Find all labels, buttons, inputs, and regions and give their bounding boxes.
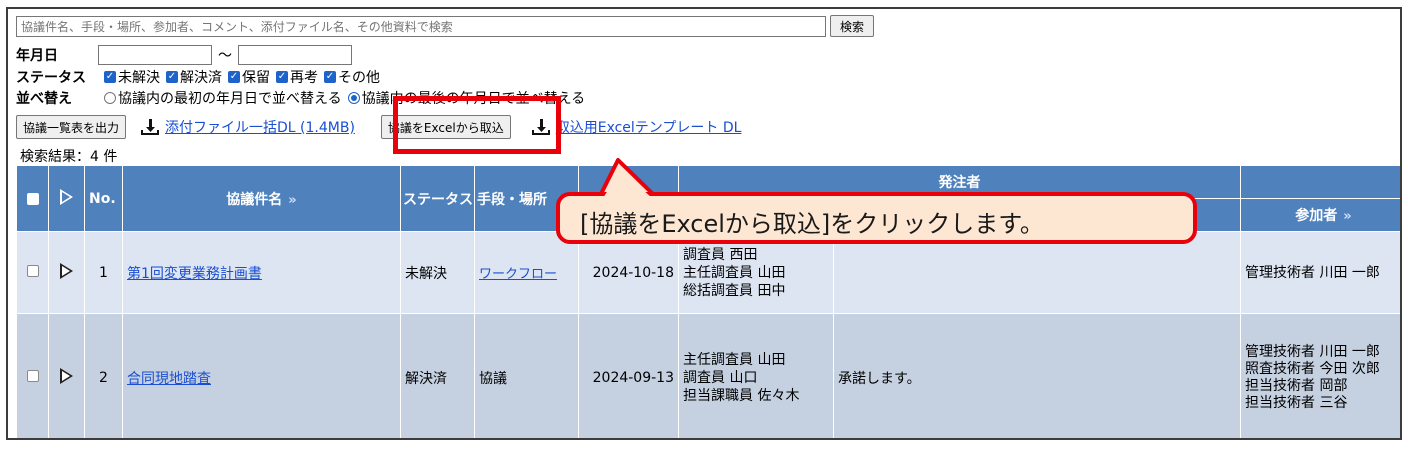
row-checkbox[interactable] [26, 264, 39, 277]
header-no: No. [84, 165, 123, 232]
status-option-label: 再考 [290, 70, 318, 86]
header-status: ステータス [400, 165, 475, 232]
row-title-link[interactable]: 合同現地踏査 [127, 371, 211, 387]
instruction-callout: [協議をExcelから取込]をクリックします。 [556, 192, 1197, 244]
sort-row: 並べ替え 協議内の最初の年月日で並べ替える 協議内の最後の年月日で並べ替える [16, 88, 585, 108]
date-to-input[interactable] [238, 45, 352, 65]
header-select-all[interactable] [16, 165, 49, 232]
checkbox-pending[interactable]: ✓ [228, 71, 240, 83]
toolbar: 協議一覧表を出力 添付ファイル一括DL (1.4MB) 協議をExcelから取込… [16, 115, 741, 139]
checkbox-other[interactable]: ✓ [324, 71, 336, 83]
header-participants[interactable]: 参加者 » [1240, 198, 1400, 232]
row-persons: 主任調査員 山田 調査員 山口 担当課職員 佐々木 [678, 313, 834, 438]
expand-row-icon[interactable] [60, 367, 73, 384]
row-participants: 管理技術者 川田 一郎 [1240, 231, 1400, 314]
participant-line: 管理技術者 川田 一郎 [1245, 264, 1380, 281]
status-option-label: 保留 [242, 70, 270, 86]
status-option-label: その他 [338, 70, 380, 86]
export-list-button[interactable]: 協議一覧表を出力 [16, 115, 127, 139]
header-participants-top [1240, 165, 1400, 199]
row-no: 1 [84, 231, 123, 314]
sort-label: 並べ替え [16, 91, 72, 107]
date-filter-row: 年月日 ～ [16, 45, 352, 65]
person-line: 調査員 山口 [683, 369, 758, 386]
checkbox-resolved[interactable]: ✓ [166, 71, 178, 83]
date-label: 年月日 [16, 48, 58, 64]
result-count: 検索結果：4 件 [20, 149, 118, 165]
date-from-input[interactable] [98, 45, 212, 65]
row-comment: 承諾します。 [833, 313, 1241, 438]
table-row[interactable]: 2 合同現地踏査 解決済 協議 2024-09-13 主任調査員 山田 調査員 … [16, 313, 1400, 438]
row-checkbox[interactable] [26, 369, 39, 382]
row-status: 解決済 [400, 313, 475, 438]
expand-all-icon[interactable] [60, 188, 73, 205]
header-title-label: 協議件名 [226, 191, 283, 208]
download-icon [531, 118, 551, 136]
sort-chevron-icon[interactable]: » [288, 193, 296, 208]
row-no: 2 [84, 313, 123, 438]
template-download-link[interactable]: 取込用Excelテンプレート DL [556, 117, 742, 137]
participant-line: 管理技術者 川田 一郎 [1245, 343, 1380, 360]
row-participants: 管理技術者 川田 一郎 照査技術者 今田 次郎 担当技術者 岡部 担当技術者 三… [1240, 313, 1400, 438]
search-input[interactable] [16, 16, 826, 37]
participant-line: 担当技術者 三谷 [1245, 394, 1348, 411]
search-button[interactable]: 検索 [830, 15, 874, 37]
row-method: 協議 [474, 313, 579, 438]
date-separator: ～ [218, 48, 232, 64]
status-filter-row: ステータス ✓ 未解決 ✓ 解決済 ✓ 保留 ✓ 再考 ✓ その他 [16, 67, 386, 87]
sort-chevron-icon[interactable]: » [1343, 209, 1351, 224]
row-method-link[interactable]: ワークフロー [479, 267, 557, 282]
participant-line: 担当技術者 岡部 [1245, 377, 1348, 394]
checkbox-reconsider[interactable]: ✓ [276, 71, 288, 83]
sort-radio-last[interactable] [347, 92, 360, 104]
sort-radio-first[interactable] [104, 92, 116, 104]
checkbox-unresolved[interactable]: ✓ [104, 71, 116, 83]
participant-line: 照査技術者 今田 次郎 [1245, 360, 1380, 377]
row-date: 2024-09-13 [578, 313, 679, 438]
expand-row-icon[interactable] [60, 262, 73, 279]
sort-option-last-label: 協議内の最後の年月日で並べ替える [361, 91, 586, 107]
person-line: 総括調査員 田中 [683, 282, 786, 299]
header-expand[interactable] [48, 165, 85, 232]
select-all-checkbox[interactable] [26, 192, 39, 205]
sort-option-first-label: 協議内の最初の年月日で並べ替える [118, 91, 342, 107]
person-line: 主任調査員 山田 [683, 264, 786, 281]
person-line: 主任調査員 山田 [683, 351, 786, 368]
import-excel-button[interactable]: 協議をExcelから取込 [380, 115, 511, 139]
bulk-download-link[interactable]: 添付ファイル一括DL (1.4MB) [165, 117, 355, 137]
status-option-label: 未解決 [118, 70, 160, 86]
person-line: 担当課職員 佐々木 [683, 387, 800, 404]
status-option-label: 解決済 [180, 70, 222, 86]
header-title[interactable]: 協議件名 » [122, 165, 401, 232]
header-participants-label: 参加者 [1295, 208, 1338, 224]
row-title-link[interactable]: 第1回変更業務計画書 [127, 266, 262, 282]
person-line: 調査員 西田 [683, 246, 758, 263]
status-label: ステータス [16, 70, 86, 86]
row-status: 未解決 [400, 231, 475, 314]
download-icon [140, 118, 160, 136]
